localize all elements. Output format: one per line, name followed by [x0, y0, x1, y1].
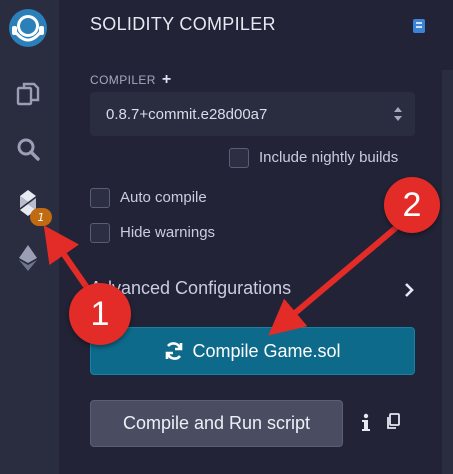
hide-warnings-checkbox[interactable] — [90, 223, 110, 243]
include-nightly-label: Include nightly builds — [259, 149, 399, 166]
file-explorer-icon[interactable] — [10, 76, 46, 112]
compile-button-label: Compile Game.sol — [192, 340, 341, 361]
search-icon[interactable] — [10, 131, 46, 167]
compiler-version-value: 0.8.7+commit.e28d00a7 — [106, 105, 268, 123]
icon-sidebar: 1 — [0, 0, 59, 474]
copy-icon[interactable] — [386, 413, 400, 429]
info-icon[interactable] — [360, 413, 372, 433]
add-compiler-icon[interactable]: + — [162, 72, 172, 88]
annotation-marker-1: 1 — [69, 283, 131, 345]
include-nightly-checkbox[interactable] — [229, 148, 249, 168]
compiler-label: COMPILER + — [90, 72, 172, 88]
compiler-label-text: COMPILER — [90, 73, 156, 87]
documentation-icon[interactable] — [412, 18, 426, 34]
auto-compile-label: Auto compile — [120, 189, 207, 206]
compile-and-run-script-button[interactable]: Compile and Run script — [90, 400, 343, 447]
remix-logo-icon[interactable] — [4, 4, 52, 52]
select-arrows-icon — [394, 107, 402, 121]
compile-button[interactable]: Compile Game.sol — [90, 327, 415, 375]
compiler-notification-badge: 1 — [30, 208, 52, 226]
panel-title: SOLIDITY COMPILER — [90, 14, 276, 34]
annotation-marker-2: 2 — [384, 177, 440, 233]
compiler-version-select[interactable]: 0.8.7+commit.e28d00a7 — [90, 92, 415, 136]
chevron-right-icon[interactable] — [402, 282, 416, 298]
panel-scrollbar[interactable] — [442, 70, 453, 474]
refresh-icon — [166, 342, 183, 360]
auto-compile-checkbox[interactable] — [90, 188, 110, 208]
deploy-run-icon[interactable] — [10, 240, 46, 276]
hide-warnings-label: Hide warnings — [120, 224, 216, 241]
